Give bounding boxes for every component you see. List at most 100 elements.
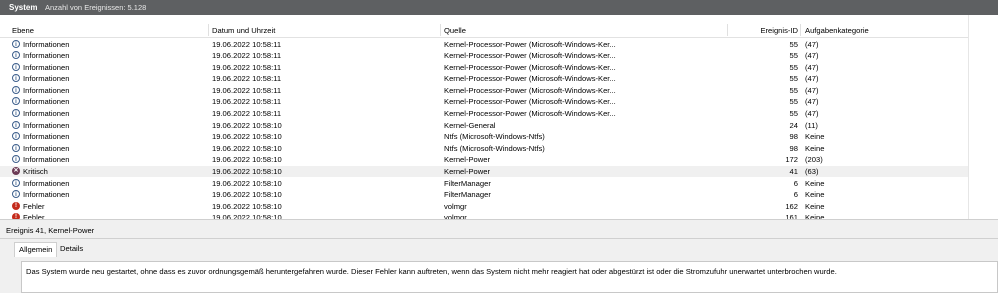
list-divider — [968, 15, 969, 219]
event-source: Ntfs (Microsoft-Windows-Ntfs) — [444, 143, 545, 153]
event-list: Ebene Datum und Uhrzeit Quelle Ereignis-… — [0, 15, 998, 219]
event-category: Keine — [805, 132, 825, 142]
critical-icon: ✕ — [12, 167, 20, 176]
event-datetime: 19.06.2022 10:58:10 — [212, 155, 282, 165]
column-separator[interactable] — [800, 24, 801, 36]
event-source: Kernel-Power — [444, 155, 491, 165]
event-id: 41 — [789, 167, 798, 177]
event-datetime: 19.06.2022 10:58:10 — [212, 120, 282, 130]
event-category: Keine — [805, 201, 825, 211]
event-level: Informationen — [23, 178, 70, 188]
event-row[interactable]: i Informationen 19.06.2022 10:58:10 Ntfs (M… — [0, 131, 968, 143]
event-id: 24 — [789, 120, 798, 130]
event-category: Keine — [805, 178, 825, 188]
event-source: Kernel-Processor-Power (Microsoft-Window… — [444, 51, 616, 61]
event-row[interactable]: i Informationen 19.06.2022 10:58:11 Kernel-… — [0, 96, 968, 108]
event-id: 6 — [793, 178, 798, 188]
event-datetime: 19.06.2022 10:58:11 — [212, 97, 282, 107]
event-row[interactable]: ! Fehler 19.06.2022 10:58:10 volmgr 161 Keine — [0, 212, 968, 219]
event-row[interactable]: ! Fehler 19.06.2022 10:58:10 volmgr 162 Keine — [0, 200, 968, 212]
column-separator[interactable] — [440, 24, 441, 36]
event-id: 98 — [789, 132, 798, 142]
event-id: 55 — [789, 51, 798, 61]
information-icon: i — [12, 97, 20, 106]
event-row[interactable]: i Informationen 19.06.2022 10:58:11 Kernel-… — [0, 50, 968, 62]
event-level: Informationen — [23, 62, 70, 72]
event-level: Fehler — [23, 201, 45, 211]
event-source: volmgr — [444, 201, 467, 211]
column-separator[interactable] — [208, 24, 209, 36]
event-id: 55 — [789, 39, 798, 49]
information-icon: i — [12, 39, 20, 48]
event-row[interactable]: i Informationen 19.06.2022 10:58:11 Kernel-… — [0, 38, 968, 50]
event-description-text: Das System wurde neu gestartet, ohne das… — [26, 267, 837, 276]
event-id: 55 — [789, 97, 798, 107]
event-datetime: 19.06.2022 10:58:11 — [212, 62, 282, 72]
event-row[interactable]: i Informationen 19.06.2022 10:58:10 Ntfs (M… — [0, 142, 968, 154]
event-id: 162 — [785, 201, 798, 211]
event-description-box[interactable]: Das System wurde neu gestartet, ohne das… — [21, 261, 998, 293]
event-source: Kernel-Processor-Power (Microsoft-Window… — [444, 74, 616, 84]
event-source: FilterManager — [444, 178, 491, 188]
event-category: Keine — [805, 190, 825, 200]
event-id: 55 — [789, 74, 798, 84]
event-row[interactable]: i Informationen 19.06.2022 10:58:10 Kernel-… — [0, 154, 968, 166]
event-level: Informationen — [23, 39, 70, 49]
event-category: (11) — [805, 120, 818, 130]
event-datetime: 19.06.2022 10:58:11 — [212, 51, 282, 61]
event-category: (47) — [805, 74, 819, 84]
event-level: Informationen — [23, 132, 70, 142]
event-detail-title: Ereignis 41, Kernel-Power — [6, 226, 95, 235]
log-header-bar: System Anzahl von Ereignissen: 5.128 — [0, 0, 998, 15]
information-icon: i — [12, 155, 20, 164]
divider — [0, 238, 998, 239]
event-category: (47) — [805, 109, 819, 119]
event-row[interactable]: ✕ Kritisch 19.06.2022 10:58:10 Kernel-Power… — [0, 165, 968, 178]
event-source: Kernel-General — [444, 120, 496, 130]
event-row[interactable]: i Informationen 19.06.2022 10:58:11 Kernel-… — [0, 61, 968, 73]
column-header-datetime[interactable]: Datum und Uhrzeit — [212, 26, 275, 35]
event-level: Informationen — [23, 109, 70, 119]
event-level: Kritisch — [23, 167, 48, 177]
event-level: Informationen — [23, 85, 70, 95]
event-level: Informationen — [23, 120, 70, 130]
information-icon: i — [12, 190, 20, 199]
event-id: 55 — [789, 62, 798, 72]
event-category: (47) — [805, 51, 819, 61]
column-separator[interactable] — [727, 24, 728, 36]
event-row[interactable]: i Informationen 19.06.2022 10:58:10 Kernel-… — [0, 119, 968, 131]
information-icon: i — [12, 132, 20, 141]
information-icon: i — [12, 143, 20, 152]
event-source: Kernel-Processor-Power (Microsoft-Window… — [444, 97, 616, 107]
event-level: Informationen — [23, 143, 70, 153]
event-category: (203) — [805, 155, 823, 165]
event-source: Kernel-Power — [444, 167, 491, 177]
event-row[interactable]: i Informationen 19.06.2022 10:58:10 FilterM… — [0, 177, 968, 189]
event-row[interactable]: i Informationen 19.06.2022 10:58:11 Kernel-… — [0, 73, 968, 85]
tab-general[interactable]: Allgemein — [14, 242, 58, 257]
event-datetime: 19.06.2022 10:58:10 — [212, 143, 282, 153]
event-datetime: 19.06.2022 10:58:10 — [212, 167, 282, 177]
tab-details[interactable]: Details — [56, 242, 87, 256]
column-header-row: Ebene Datum und Uhrzeit Quelle Ereignis-… — [0, 23, 968, 38]
information-icon: i — [12, 120, 20, 129]
event-rows: i Informationen 19.06.2022 10:58:11 Kernel-… — [0, 38, 968, 219]
column-header-level[interactable]: Ebene — [12, 26, 34, 35]
event-row[interactable]: i Informationen 19.06.2022 10:58:11 Kernel-… — [0, 108, 968, 120]
event-datetime: 19.06.2022 10:58:10 — [212, 201, 282, 211]
event-row[interactable]: i Informationen 19.06.2022 10:58:11 Kernel-… — [0, 84, 968, 96]
event-source: Kernel-Processor-Power (Microsoft-Window… — [444, 85, 616, 95]
event-id: 98 — [789, 143, 798, 153]
event-datetime: 19.06.2022 10:58:11 — [212, 85, 282, 95]
event-row[interactable]: i Informationen 19.06.2022 10:58:10 FilterM… — [0, 189, 968, 201]
column-header-category[interactable]: Aufgabenkategorie — [805, 26, 869, 35]
event-source: Kernel-Processor-Power (Microsoft-Window… — [444, 109, 616, 119]
column-header-source[interactable]: Quelle — [444, 26, 466, 35]
column-header-event-id[interactable]: Ereignis-ID — [760, 26, 798, 35]
event-category: (47) — [805, 97, 819, 107]
information-icon: i — [12, 178, 20, 187]
event-category: (47) — [805, 85, 819, 95]
information-icon: i — [12, 85, 20, 94]
event-level: Informationen — [23, 97, 70, 107]
event-count: Anzahl von Ereignissen: 5.128 — [45, 3, 147, 12]
